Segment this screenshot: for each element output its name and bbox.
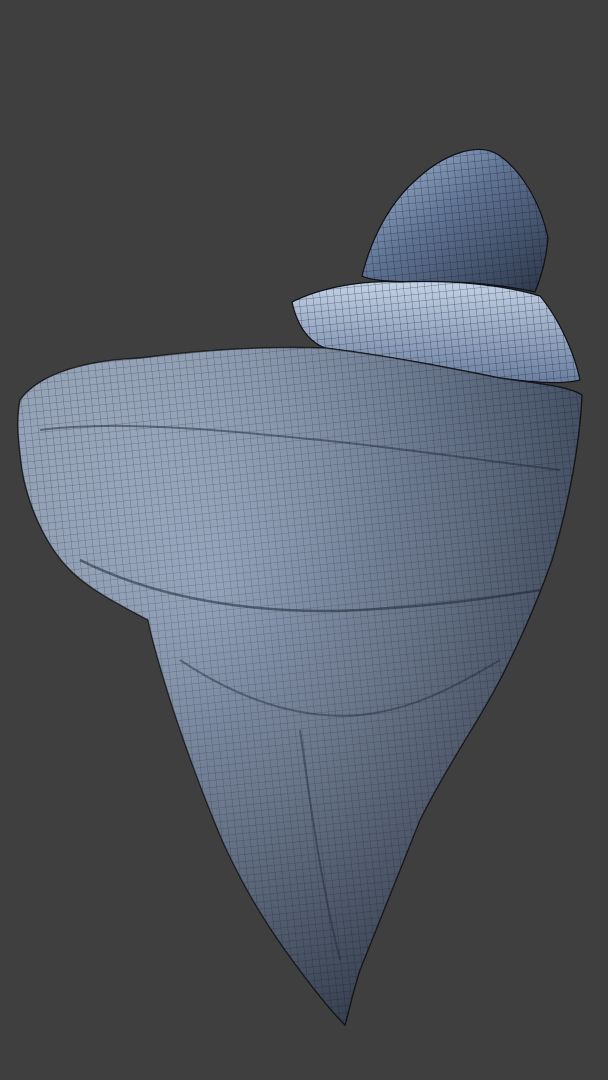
3d-viewport[interactable] [0, 0, 608, 1080]
viewport-canvas[interactable] [0, 0, 608, 1080]
